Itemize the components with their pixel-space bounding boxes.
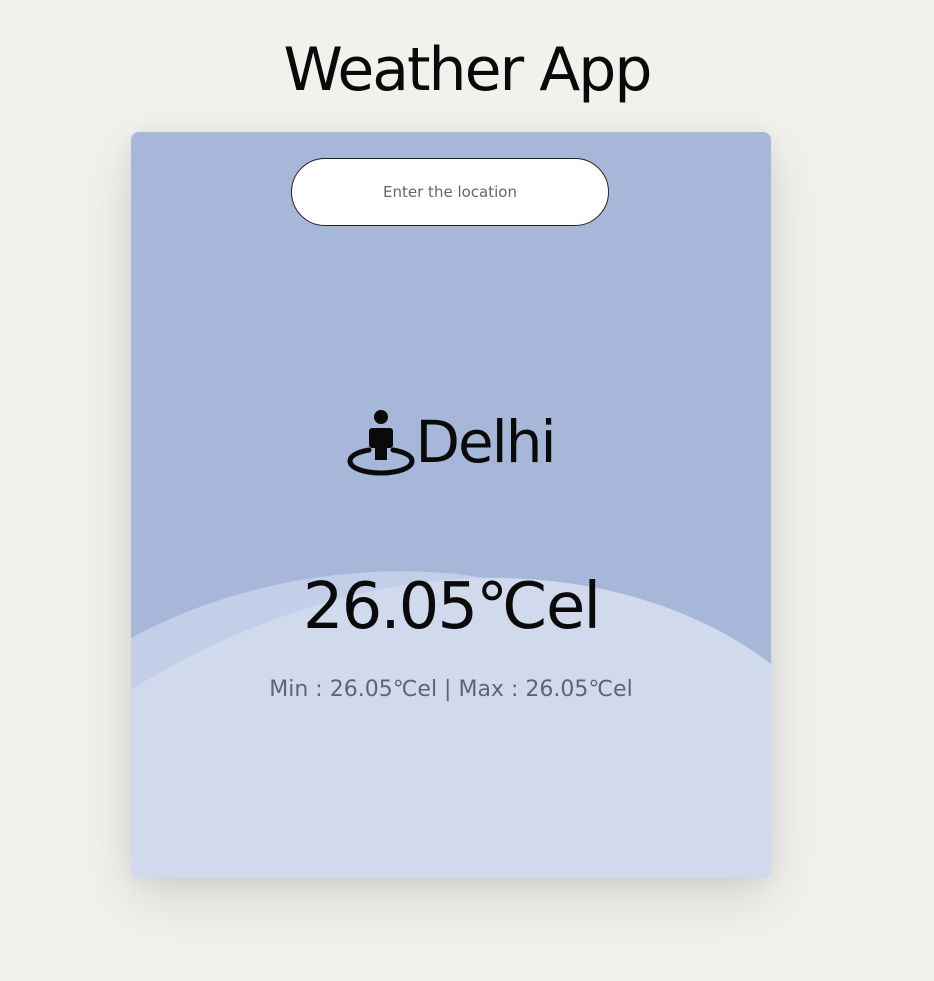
- min-label: Min :: [269, 677, 330, 702]
- max-label: Max :: [458, 677, 526, 702]
- max-value: 26.05℃el: [525, 677, 633, 702]
- city-row: Delhi: [131, 402, 771, 482]
- min-value: 26.05℃el: [329, 677, 438, 702]
- weather-card: Delhi 26.05℃el Min : 26.05℃el | Max : 26…: [131, 132, 771, 878]
- city-name: Delhi: [415, 408, 556, 476]
- wave-background: [131, 571, 771, 878]
- min-max-separator: |: [437, 677, 459, 702]
- app-title: Weather App: [283, 35, 653, 105]
- location-search-input[interactable]: [291, 158, 609, 226]
- min-max-temperature: Min : 26.05℃el | Max : 26.05℃el: [131, 672, 771, 708]
- person-pin-icon: [347, 410, 415, 476]
- current-temperature: 26.05℃el: [302, 570, 601, 644]
